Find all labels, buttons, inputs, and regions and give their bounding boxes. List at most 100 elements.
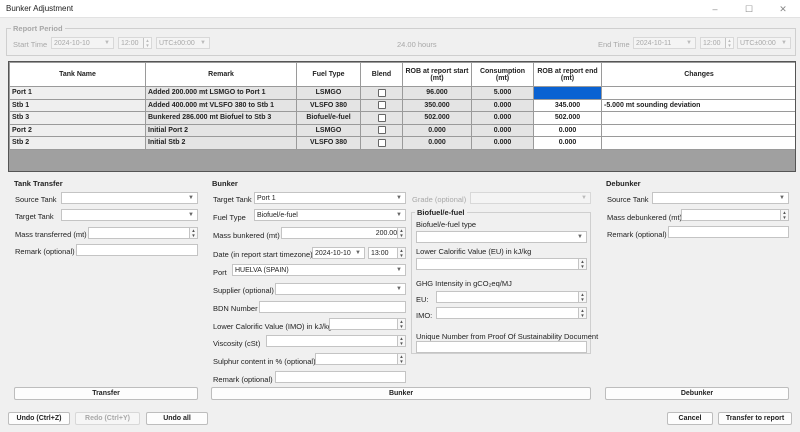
col-header-rob-start[interactable]: ROB at report start (mt) [402, 62, 472, 87]
fuel-type-select[interactable]: Biofuel/e-fuel ▼ [254, 209, 406, 221]
ghg-eu-input[interactable]: ▲ ▼ [436, 291, 587, 303]
bdn-number-input[interactable] [259, 301, 406, 313]
debunker-button[interactable]: Debunker [605, 387, 789, 400]
bunker-button[interactable]: Bunker [211, 387, 591, 400]
col-header-changes[interactable]: Changes [601, 62, 795, 87]
bunker-remark-input[interactable] [275, 371, 406, 383]
spin-arrows-icon[interactable]: ▲ ▼ [397, 228, 405, 238]
redo-button[interactable]: Redo (Ctrl+Y) [75, 412, 140, 425]
bunker-time-spinner[interactable]: 13:00 ▲ ▼ [368, 247, 406, 259]
blend-checkbox[interactable] [377, 138, 386, 147]
rob-start-cell: 96.000 [402, 86, 472, 100]
undo-all-button[interactable]: Undo all [146, 412, 208, 425]
start-timezone-value: UTC±00:00 [159, 40, 195, 47]
transfer-target-select[interactable]: ▼ [61, 209, 198, 221]
rob-end-cell[interactable]: 0.000 [533, 136, 602, 150]
debunker-source-select[interactable]: ▼ [652, 192, 789, 204]
grade-select[interactable]: ▼ [470, 192, 591, 204]
transfer-source-select[interactable]: ▼ [61, 192, 198, 204]
lcv-eu-input[interactable]: ▲ ▼ [416, 258, 587, 270]
supplier-label: Supplier (optional) [213, 286, 274, 295]
port-select[interactable]: HUELVA (SPAIN) ▼ [232, 264, 406, 276]
col-header-fuel-type[interactable]: Fuel Type [296, 62, 361, 87]
sulphur-label: Sulphur content in % (optional) [213, 357, 316, 366]
maximize-icon[interactable]: ☐ [732, 0, 766, 18]
chevron-down-icon: ▼ [581, 195, 587, 201]
tank-name-cell: Stb 1 [9, 98, 146, 112]
spin-arrows-icon[interactable]: ▲ ▼ [397, 319, 405, 329]
supplier-select[interactable]: ▼ [275, 283, 406, 295]
fuel-type-value: Biofuel/e-fuel [257, 212, 298, 219]
transfer-button[interactable]: Transfer [14, 387, 198, 400]
start-timezone-select[interactable]: UTC±00:00 ▼ [156, 37, 210, 49]
bunker-target-value: Port 1 [257, 195, 276, 202]
bunker-date-picker[interactable]: 2024-10-10 ▼ [312, 247, 365, 259]
blend-checkbox[interactable] [377, 88, 386, 97]
bunker-remark-label: Remark (optional) [213, 375, 273, 384]
spin-arrows-icon[interactable]: ▲ ▼ [397, 248, 405, 258]
col-header-tank-name[interactable]: Tank Name [9, 62, 146, 87]
end-time-spinner[interactable]: 12:00 ▲ ▼ [700, 37, 734, 49]
table-row[interactable]: Stb 3 Bunkered 286.000 mt Biofuel to Stb… [9, 111, 795, 125]
end-timezone-select[interactable]: UTC±00:00 ▼ [737, 37, 791, 49]
changes-cell [601, 86, 795, 100]
spin-arrows-icon[interactable]: ▲ ▼ [143, 38, 151, 48]
lcv-imo-input[interactable]: ▲ ▼ [329, 318, 406, 330]
transfer-source-label: Source Tank [15, 195, 57, 204]
mass-debunkered-input[interactable]: ▲ ▼ [681, 209, 789, 221]
col-header-rob-end[interactable]: ROB at report end (mt) [533, 62, 602, 87]
blend-cell [360, 86, 403, 100]
tank-name-cell: Stb 2 [9, 136, 146, 150]
changes-cell [601, 136, 795, 150]
rob-start-cell: 0.000 [402, 123, 472, 137]
debunker-remark-input[interactable] [668, 226, 789, 238]
close-icon[interactable]: ✕ [766, 0, 800, 18]
minimize-icon[interactable]: – [698, 0, 732, 18]
blend-cell [360, 98, 403, 112]
viscosity-input[interactable]: ▲ ▼ [266, 335, 406, 347]
rob-end-cell[interactable]: 345.000 [533, 98, 602, 112]
table-row[interactable]: Port 2 Initial Port 2 LSMGO 0.000 0.000 … [9, 123, 795, 137]
undo-button[interactable]: Undo (Ctrl+Z) [8, 412, 70, 425]
sulphur-input[interactable]: ▲ ▼ [315, 353, 406, 365]
mass-debunkered-label: Mass debunkered (mt) [607, 213, 683, 222]
col-header-blend[interactable]: Blend [360, 62, 403, 87]
biofuel-type-select[interactable]: ▼ [416, 231, 587, 243]
table-row[interactable]: Port 1 Added 200.000 mt LSMGO to Port 1 … [9, 86, 795, 100]
start-time-spinner[interactable]: 12:00 ▲ ▼ [118, 37, 152, 49]
bunker-target-select[interactable]: Port 1 ▼ [254, 192, 406, 204]
table-row[interactable]: Stb 2 Initial Stb 2 VLSFO 380 0.000 0.00… [9, 136, 795, 150]
blend-checkbox[interactable] [377, 101, 386, 110]
rob-start-cell: 502.000 [402, 111, 472, 125]
spin-arrows-icon[interactable]: ▲ ▼ [397, 354, 405, 364]
col-header-consumption[interactable]: Consumption (mt) [471, 62, 534, 87]
transfer-remark-label: Remark (optional) [15, 247, 75, 256]
table-row[interactable]: Stb 1 Added 400.000 mt VLSFO 380 to Stb … [9, 98, 795, 112]
cancel-button[interactable]: Cancel [667, 412, 713, 425]
tank-grid[interactable]: Tank Name Remark Fuel Type Blend ROB at … [8, 61, 796, 172]
transfer-to-report-button[interactable]: Transfer to report [718, 412, 792, 425]
start-date-picker[interactable]: 2024-10-10 ▼ [51, 37, 114, 49]
transfer-remark-input[interactable] [76, 244, 198, 256]
spin-arrows-icon[interactable]: ▲ ▼ [780, 210, 788, 220]
col-header-remark[interactable]: Remark [145, 62, 297, 87]
rob-end-cell[interactable]: 502.000 [533, 111, 602, 125]
pos-number-input[interactable] [416, 341, 587, 353]
ghg-imo-input[interactable]: ▲ ▼ [436, 307, 587, 319]
title-bar: Bunker Adjustment – ☐ ✕ [0, 0, 800, 18]
blend-checkbox[interactable] [377, 113, 386, 122]
rob-end-cell-selected[interactable] [533, 86, 602, 100]
spin-arrows-icon[interactable]: ▲ ▼ [189, 228, 197, 238]
table-header-row: Tank Name Remark Fuel Type Blend ROB at … [9, 62, 795, 87]
rob-end-cell[interactable]: 0.000 [533, 123, 602, 137]
spin-arrows-icon[interactable]: ▲ ▼ [578, 308, 586, 318]
spin-arrows-icon[interactable]: ▲ ▼ [578, 259, 586, 269]
blend-checkbox[interactable] [377, 126, 386, 135]
debunker-source-label: Source Tank [607, 195, 649, 204]
end-date-picker[interactable]: 2024-10-11 ▼ [633, 37, 696, 49]
spin-arrows-icon[interactable]: ▲ ▼ [725, 38, 733, 48]
spin-arrows-icon[interactable]: ▲ ▼ [397, 336, 405, 346]
transfer-mass-input[interactable]: ▲ ▼ [88, 227, 198, 239]
spin-arrows-icon[interactable]: ▲ ▼ [578, 292, 586, 302]
mass-bunkered-input[interactable]: 200.000 ▲ ▼ [281, 227, 406, 239]
